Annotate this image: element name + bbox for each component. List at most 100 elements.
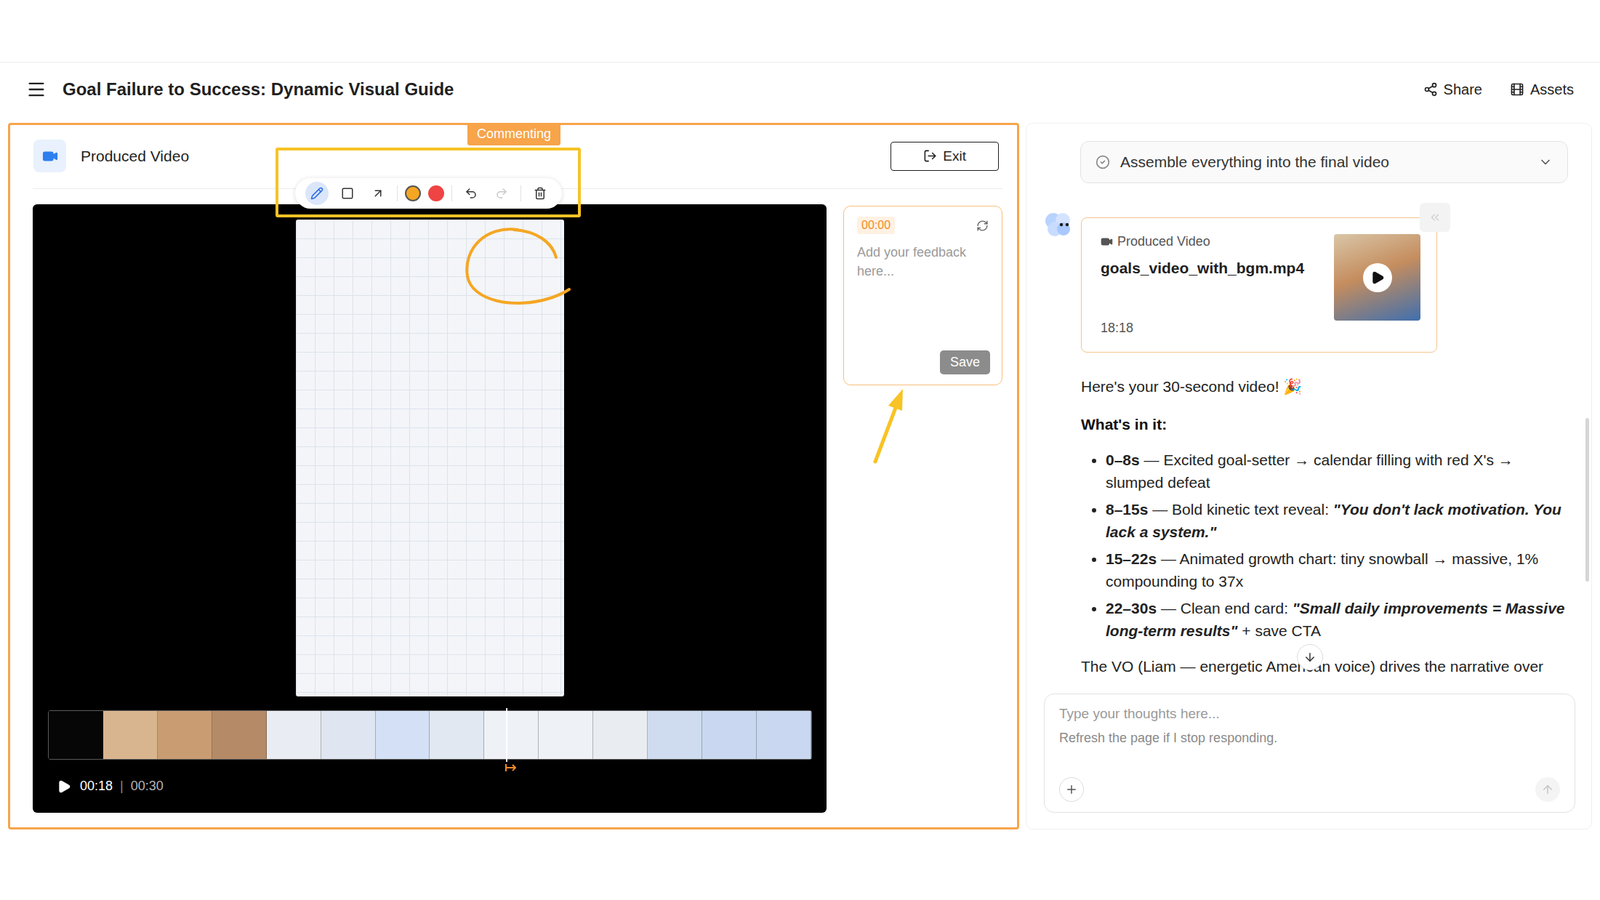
toolbar-divider	[520, 185, 522, 202]
segment-text: — Excited goal-setter → calendar filling…	[1105, 451, 1514, 491]
annotation-stroke	[295, 219, 573, 315]
attachment-filename: goals_video_with_bgm.mp4	[1100, 259, 1323, 277]
timeline-thumbnail	[538, 710, 594, 759]
timeline-thumbnail	[48, 710, 104, 759]
timeline-thumbnail	[266, 710, 322, 759]
message-intro: Here's your 30-second video! 🎉	[1080, 375, 1571, 398]
share-icon	[1423, 82, 1438, 97]
save-button[interactable]: Save	[939, 350, 991, 375]
video-attachment[interactable]: Produced Videogoals_video_with_bgm.mp418…	[1080, 217, 1438, 353]
rectangle-icon	[340, 186, 355, 200]
segment-text: — Clean end card:	[1156, 599, 1293, 617]
toolbar-highlight	[275, 147, 581, 218]
collapse-button[interactable]	[1419, 202, 1451, 232]
list-title: What's in it:	[1080, 412, 1571, 436]
segment-list: 0–8s — Excited goal-setter → calendar fi…	[1080, 448, 1571, 642]
video-player: 00:18|00:30	[32, 204, 827, 813]
mode-badge: Commenting	[467, 122, 561, 146]
input-hint: Refresh the page if I stop responding.	[1059, 730, 1561, 746]
chat-messages: Produced Videogoals_video_with_bgm.mp418…	[1043, 183, 1576, 688]
timeline-thumbnail	[756, 710, 812, 759]
undo-button[interactable]	[459, 181, 483, 205]
segment-after: + save CTA	[1237, 622, 1321, 639]
timeline-thumbnail	[484, 710, 539, 759]
project-title: Goal Failure to Success: Dynamic Visual …	[62, 79, 1406, 100]
undo-icon	[464, 186, 478, 200]
send-button[interactable]	[1535, 777, 1561, 802]
current-time: 00:18	[79, 778, 113, 794]
pointer-arrow-icon	[867, 383, 912, 467]
arrow-icon	[371, 186, 385, 200]
segment-time: 0–8s	[1105, 451, 1140, 469]
step-dropdown[interactable]: Assemble everything into the final video	[1080, 141, 1569, 184]
video-tile	[33, 139, 67, 173]
timeline-thumbnail	[702, 710, 757, 759]
playhead[interactable]	[505, 708, 508, 762]
assets-icon	[1509, 82, 1525, 97]
check-circle-icon	[1095, 154, 1111, 170]
redo-icon	[495, 186, 509, 200]
menu-icon[interactable]	[26, 79, 47, 100]
chat-panel: Assemble everything into the final video…	[1025, 122, 1593, 830]
timeline-thumbnail	[212, 710, 267, 759]
frame-area	[47, 219, 812, 697]
chat-input[interactable]	[1059, 705, 1561, 722]
header-actions: Share Assets	[1421, 78, 1576, 102]
toolbar-divider	[451, 185, 453, 202]
thumbnail-play	[1363, 263, 1393, 293]
player-controls: 00:18|00:30	[47, 759, 812, 813]
assistant-message: Produced Videogoals_video_with_bgm.mp418…	[1043, 211, 1576, 678]
time-separator: |	[119, 778, 124, 794]
attach-button[interactable]	[1059, 777, 1084, 802]
scrollbar-thumb[interactable]	[1585, 417, 1590, 582]
rectangle-tool[interactable]	[335, 181, 360, 205]
timeline-thumbnail	[157, 710, 213, 759]
arrow-up-icon	[1541, 782, 1555, 797]
plus-icon	[1064, 782, 1079, 797]
toolbar-divider	[396, 185, 398, 202]
app-page: Goal Failure to Success: Dynamic Visual …	[0, 0, 1600, 900]
exit-button[interactable]: Exit	[890, 141, 999, 171]
video-thumbnail[interactable]	[1333, 234, 1421, 321]
arrow-tool[interactable]	[366, 181, 390, 205]
assistant-avatar-icon	[1043, 211, 1073, 238]
clear-button[interactable]	[528, 181, 552, 205]
chevrons-left-icon	[1428, 210, 1442, 224]
assets-button[interactable]: Assets	[1508, 78, 1576, 102]
scroll-down-button[interactable]	[1296, 644, 1324, 671]
video-frame[interactable]	[295, 219, 565, 697]
attachment-kind: Produced Video	[1100, 234, 1323, 250]
pen-icon	[310, 186, 324, 200]
timeline-thumbnail	[593, 710, 648, 759]
top-band	[0, 0, 1600, 63]
comment-timestamp: 00:00	[857, 216, 895, 235]
play-button[interactable]	[55, 777, 73, 796]
timeline-thumbnail	[103, 710, 158, 759]
panel-body: 00:18|00:3000:00Save	[32, 204, 1003, 813]
refresh-icon	[976, 219, 989, 232]
color-swatch[interactable]	[404, 185, 421, 202]
segment-time: 15–22s	[1105, 550, 1157, 568]
segment-time: 8–15s	[1105, 500, 1148, 518]
message-footer-line: The VO (Liam — energetic American voice)…	[1080, 654, 1571, 678]
share-button[interactable]: Share	[1421, 78, 1484, 102]
segment-item: 22–30s — Clean end card: "Small daily im…	[1105, 596, 1571, 642]
exit-icon	[923, 149, 938, 163]
segment-time: 22–30s	[1105, 599, 1157, 617]
trash-icon	[533, 186, 547, 200]
timeline-thumbnail	[647, 710, 703, 759]
timeline-strip[interactable]	[47, 710, 812, 760]
playhead-marker-icon	[504, 763, 518, 773]
pen-tool[interactable]	[305, 181, 329, 205]
arrow-down-icon	[1303, 650, 1317, 664]
feedback-field[interactable]	[857, 242, 991, 351]
app-header: Goal Failure to Success: Dynamic Visual …	[0, 62, 1600, 117]
video-camera-icon	[1100, 235, 1113, 248]
color-swatch[interactable]	[428, 185, 445, 202]
segment-item: 8–15s — Bold kinetic text reveal: "You d…	[1105, 497, 1571, 544]
step-label: Assemble everything into the final video	[1120, 153, 1529, 171]
segment-text: — Animated growth chart: tiny snowball →…	[1105, 550, 1539, 590]
redo-button[interactable]	[489, 181, 514, 205]
video-editor-panel: CommentingProduced VideoExit00:18|00:300…	[7, 122, 1020, 830]
reset-timestamp-button[interactable]	[974, 218, 991, 234]
